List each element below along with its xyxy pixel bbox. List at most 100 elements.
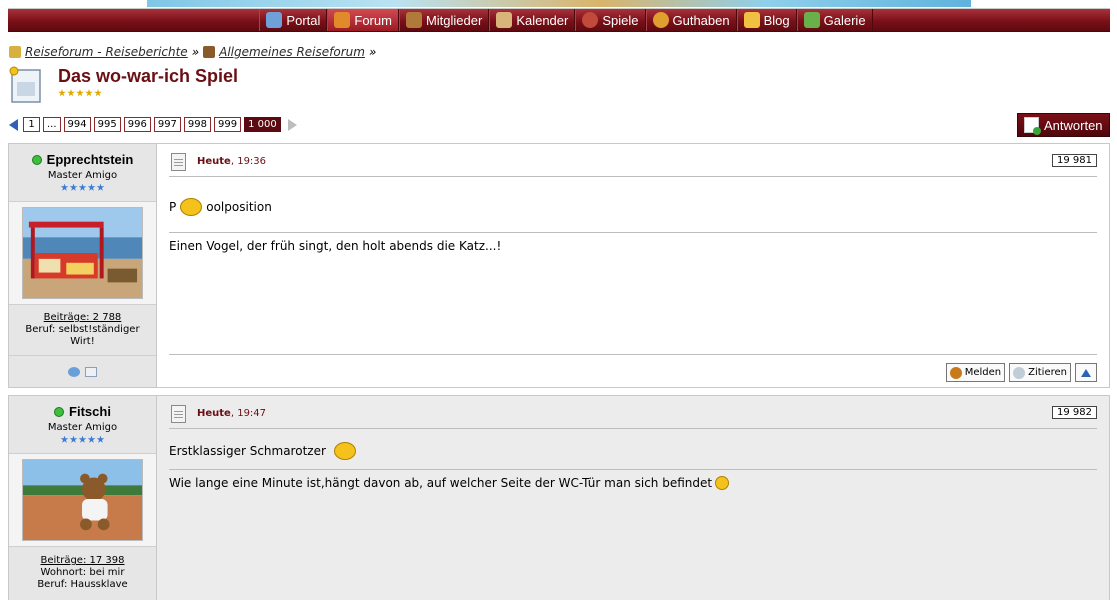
nav-label: Blog [763,12,790,28]
portal-icon [266,12,283,28]
credit-icon [652,12,669,28]
reply-button-label: Antworten [1044,117,1103,133]
page-link[interactable]: 995 [93,117,121,132]
star-icon [78,183,87,191]
breadcrumb-link-allgemeines[interactable]: Allgemeines Reiseforum [219,45,365,59]
report-icon [949,366,962,379]
page-link[interactable]: 1 [23,117,40,132]
signature-text: Einen Vogel, der früh singt, den holt ab… [169,239,502,253]
star-icon [58,89,66,97]
quote-icon [1013,366,1026,379]
online-status-icon [54,406,65,417]
user-location: Wohnort: bei mir [40,567,125,578]
breadcrumb: Reiseforum - Reiseberichte » Allgemeines… [9,45,376,59]
user-info: Beiträge: 17 398 Wohnort: bei mir Beruf:… [9,555,156,591]
nav-label: Kalender [516,12,569,28]
report-button[interactable]: Melden [945,363,1006,382]
signature: Wie lange eine Minute ist,hängt davon ab… [169,476,730,490]
post: Epprechtstein Master Amigo Beiträge: 2 7… [8,143,1110,388]
nav-label: Portal [286,12,321,28]
previous-page-arrow-icon[interactable] [9,118,18,131]
post-author-panel: Epprechtstein Master Amigo Beiträge: 2 7… [9,144,157,387]
next-page-arrow-icon [287,118,297,131]
calendar-icon [496,12,513,28]
post-number[interactable]: 19 982 [1052,406,1097,419]
post-text-before: P [169,200,177,214]
breadcrumb-link-reiseforum[interactable]: Reiseforum - Reiseberichte [25,45,188,59]
star-icon [69,435,78,443]
thread-document-icon [9,66,41,103]
star-icon [85,89,93,97]
username-text: Epprechtstein [46,152,134,167]
homepage-icon[interactable] [67,367,80,377]
post-body: Erstklassiger Schmarotzer [169,442,356,460]
page-link[interactable]: 998 [183,117,212,132]
nav-forum[interactable]: Forum [327,9,399,31]
breadcrumb-separator: » [368,45,377,59]
quote-button[interactable]: Zitieren [1009,363,1071,382]
page-link[interactable]: 994 [63,117,91,132]
nav-members[interactable]: Mitglieder [398,9,490,31]
user-rank: Master Amigo [47,421,118,433]
star-icon [78,435,87,443]
nav-games[interactable]: Spiele [575,9,646,31]
quote-button-label: Zitieren [1028,367,1067,378]
post-date-day: Heute [197,156,231,167]
top-banner [147,0,971,7]
members-icon [405,12,422,28]
user-post-count[interactable]: Beiträge: 2 788 [9,312,156,324]
page-link[interactable]: 997 [153,117,181,132]
star-icon [94,89,102,97]
page-link[interactable]: 999 [214,117,242,132]
post-number[interactable]: 19 981 [1052,154,1097,167]
user-rank-stars [60,435,105,444]
user-rank-stars [60,183,105,192]
breadcrumb-separator: » [191,45,200,59]
nav-calendar[interactable]: Kalender [489,9,576,31]
report-button-label: Melden [964,367,1002,378]
pagination: 1 ... 994 995 996 997 998 999 1 000 [9,117,297,132]
nav-portal[interactable]: Portal [259,9,328,31]
reply-button[interactable]: Antworten [1017,113,1110,137]
star-icon [96,183,105,191]
star-icon [60,435,69,443]
post-document-icon [171,153,186,171]
cheering-smiley-icon [180,198,203,216]
nav-label: Spiele [602,12,639,28]
nav-label: Forum [354,12,392,28]
nav-gallery[interactable]: Galerie [796,9,873,31]
star-icon [67,89,75,97]
avatar[interactable] [22,207,143,299]
post-content: Heute, 19:47 19 982 Erstklassiger Schmar… [169,396,1097,600]
user-post-count[interactable]: Beiträge: 17 398 [9,555,156,567]
thread-rating-stars [58,89,102,97]
signature-text: Wie lange eine Minute ist,hängt davon ab… [169,476,713,490]
post-actions: Melden Zitieren [945,363,1097,382]
online-status-icon [31,154,42,165]
page-jump[interactable]: ... [43,117,61,132]
games-icon [582,12,599,28]
email-icon[interactable] [85,367,98,377]
post-text: Erstklassiger Schmarotzer [169,444,326,458]
star-icon [96,435,105,443]
avatar[interactable] [22,459,143,541]
scroll-to-top-button[interactable] [1075,363,1097,382]
nav-blog[interactable]: Blog [736,9,797,31]
post-date: Heute, 19:36 [197,156,266,167]
signature-divider [169,232,1097,233]
post-text-after: oolposition [206,200,272,214]
nav-label: Mitglieder [425,12,483,28]
page-link[interactable]: 996 [123,117,151,132]
nav-label: Galerie [823,12,866,28]
user-occupation: Beruf: Haussklave [37,579,128,590]
post-header: Heute, 19:47 19 982 [169,403,1097,429]
post-date-day: Heute [197,408,231,419]
nav-credit[interactable]: Guthaben [645,9,737,31]
forum-folder-icon [203,46,216,58]
username[interactable]: Fitschi [54,404,111,419]
smile-icon [715,476,730,490]
page-current: 1 000 [244,117,281,132]
user-occupation: Beruf: selbst!ständiger Wirt! [25,324,140,347]
username[interactable]: Epprechtstein [31,152,134,167]
user-rank: Master Amigo [47,169,118,181]
